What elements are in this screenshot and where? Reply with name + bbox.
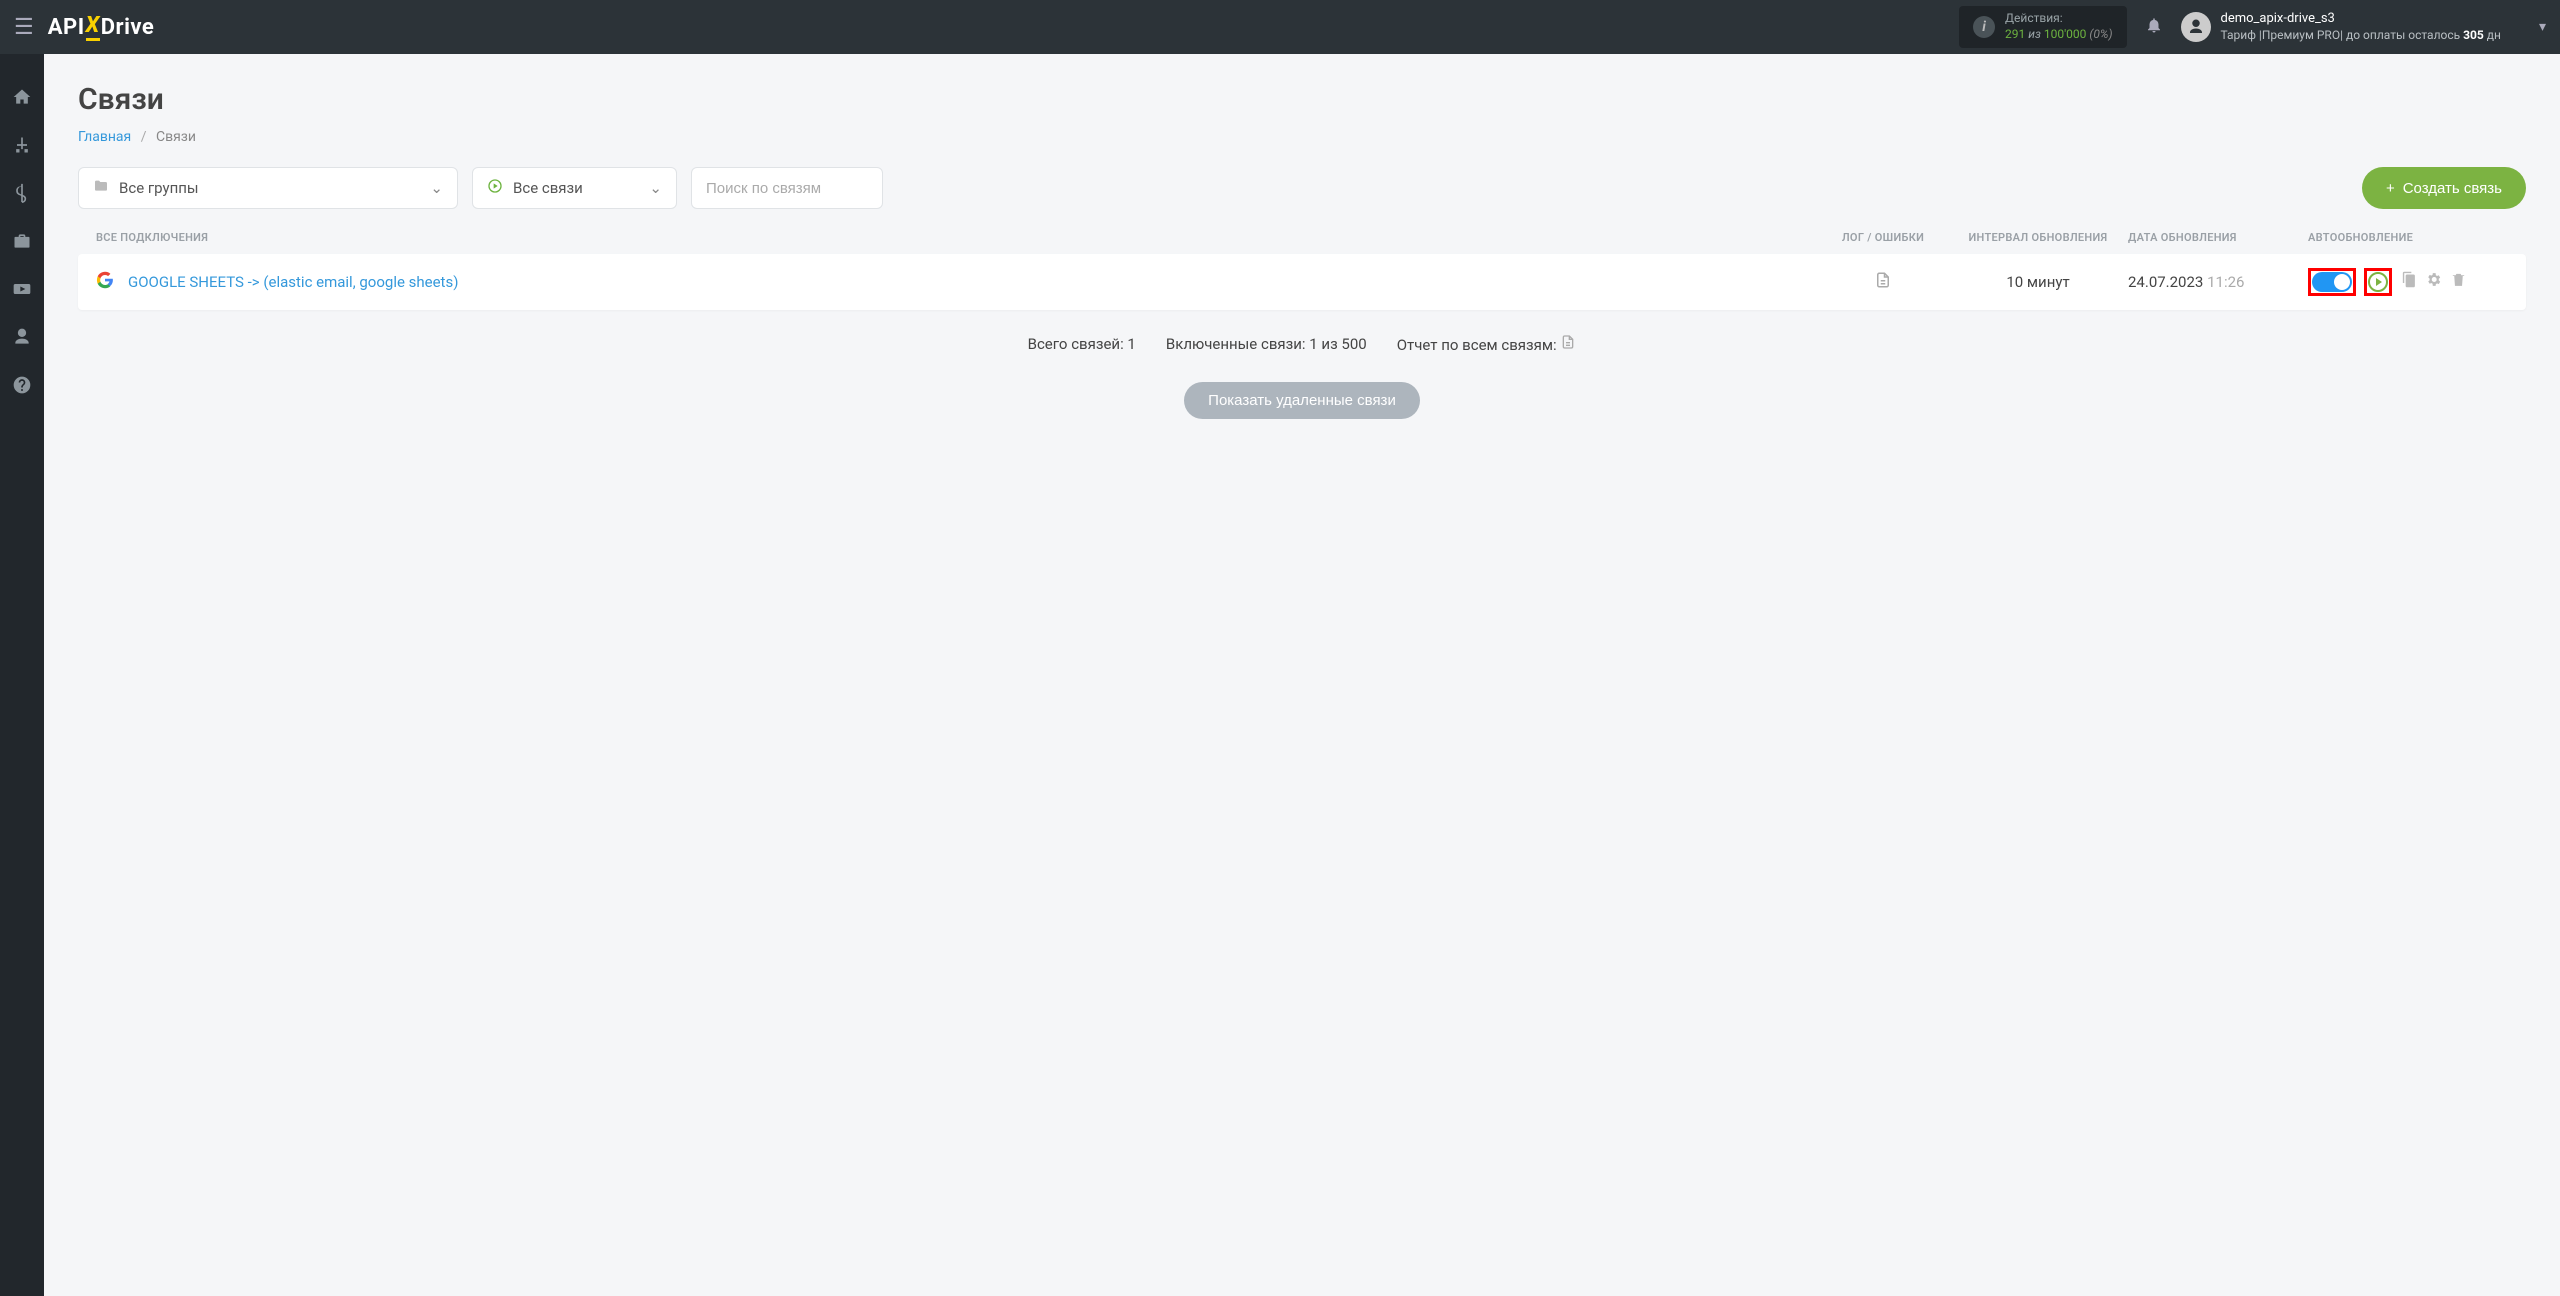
summary-enabled: Включенные связи: 1 из 500: [1166, 335, 1367, 353]
plan-suffix: | до оплаты осталось: [2340, 28, 2460, 42]
actions-of: из: [2028, 27, 2041, 41]
logo[interactable]: APIXDrive: [48, 13, 155, 41]
actions-used: 291: [2005, 27, 2025, 41]
folder-icon: [93, 178, 109, 198]
time-value: 11:26: [2207, 273, 2244, 291]
logo-x: X: [86, 13, 100, 41]
briefcase-icon[interactable]: [9, 228, 35, 254]
chevron-down-icon: ⌄: [649, 179, 662, 197]
groups-label: Все группы: [119, 179, 199, 197]
sitemap-icon[interactable]: [9, 132, 35, 158]
table-header: ВСЕ ПОДКЛЮЧЕНИЯ ЛОГ / ОШИБКИ ИНТЕРВАЛ ОБ…: [78, 231, 2526, 254]
connection-link[interactable]: GOOGLE SHEETS -> (elastic email, google …: [128, 273, 458, 291]
info-icon: i: [1973, 16, 1995, 38]
user-name: demo_apix-drive_s3: [2221, 11, 2501, 27]
log-icon[interactable]: [1818, 271, 1948, 294]
col-log: ЛОГ / ОШИБКИ: [1818, 231, 1948, 244]
table-row: GOOGLE SHEETS -> (elastic email, google …: [78, 254, 2526, 310]
main: Связи Главная / Связи Все группы ⌄ Все с…: [44, 54, 2560, 1296]
autoupdate-toggle[interactable]: [2312, 272, 2352, 292]
logo-drive: Drive: [101, 15, 155, 40]
actions-pill[interactable]: i Действия: 291 из 100'000 (0%): [1959, 6, 2127, 47]
plan-prefix: Тариф |: [2221, 28, 2262, 42]
show-deleted-button[interactable]: Показать удаленные связи: [1184, 382, 1420, 419]
connections-select[interactable]: Все связи ⌄: [472, 167, 677, 209]
plan-name: Премиум PRO: [2262, 28, 2340, 42]
chevron-down-icon: ⌄: [430, 179, 443, 197]
plan-days: 305: [2463, 28, 2484, 42]
user-block[interactable]: demo_apix-drive_s3 Тариф |Премиум PRO| д…: [2181, 11, 2501, 42]
interval-value: 10 минут: [1948, 273, 2128, 291]
breadcrumb-home[interactable]: Главная: [78, 129, 131, 145]
document-icon[interactable]: [1560, 336, 1576, 354]
col-interval: ИНТЕРВАЛ ОБНОВЛЕНИЯ: [1948, 231, 2128, 244]
highlight-box: [2308, 268, 2356, 296]
groups-select[interactable]: Все группы ⌄: [78, 167, 458, 209]
trash-icon[interactable]: [2450, 271, 2467, 293]
create-label: Создать связь: [2403, 180, 2502, 197]
home-icon[interactable]: [9, 84, 35, 110]
bell-icon[interactable]: [2145, 16, 2163, 39]
actions-pct: (0%): [2089, 27, 2112, 41]
dollar-icon[interactable]: [9, 180, 35, 206]
chevron-down-icon[interactable]: ▾: [2539, 19, 2546, 35]
summary: Всего связей: 1 Включенные связи: 1 из 5…: [78, 334, 2526, 354]
avatar-icon: [2181, 12, 2211, 42]
breadcrumb-current: Связи: [156, 129, 196, 145]
help-icon[interactable]: [9, 372, 35, 398]
sidebar: [0, 54, 44, 1296]
plan-unit: дн: [2487, 28, 2501, 42]
plus-icon: +: [2386, 180, 2395, 197]
summary-report: Отчет по всем связям:: [1397, 336, 1557, 354]
col-auto: АВТООБНОВЛЕНИЕ: [2308, 231, 2508, 244]
create-button[interactable]: + Создать связь: [2362, 167, 2526, 209]
filter-row: Все группы ⌄ Все связи ⌄ + Создать связь: [78, 167, 2526, 209]
breadcrumb: Главная / Связи: [78, 129, 2526, 145]
hamburger-icon[interactable]: ☰: [14, 15, 34, 40]
highlight-box: [2364, 268, 2392, 296]
user-icon[interactable]: [9, 324, 35, 350]
logo-api: API: [48, 15, 85, 40]
summary-total: Всего связей: 1: [1028, 335, 1136, 353]
col-date: ДАТА ОБНОВЛЕНИЯ: [2128, 231, 2308, 244]
date-value: 24.07.2023: [2128, 273, 2203, 291]
gear-icon[interactable]: [2425, 271, 2442, 293]
topbar: ☰ APIXDrive i Действия: 291 из 100'000 (…: [0, 0, 2560, 54]
play-circle-icon: [487, 178, 503, 198]
copy-icon[interactable]: [2400, 271, 2417, 293]
conns-label: Все связи: [513, 179, 583, 197]
search-input[interactable]: [691, 167, 883, 209]
actions-label: Действия:: [2005, 11, 2113, 27]
youtube-icon[interactable]: [9, 276, 35, 302]
actions-total: 100'000: [2044, 27, 2087, 41]
page-title: Связи: [78, 82, 2526, 117]
run-button[interactable]: [2368, 272, 2388, 292]
google-icon: [96, 271, 114, 293]
col-name: ВСЕ ПОДКЛЮЧЕНИЯ: [96, 231, 1818, 244]
